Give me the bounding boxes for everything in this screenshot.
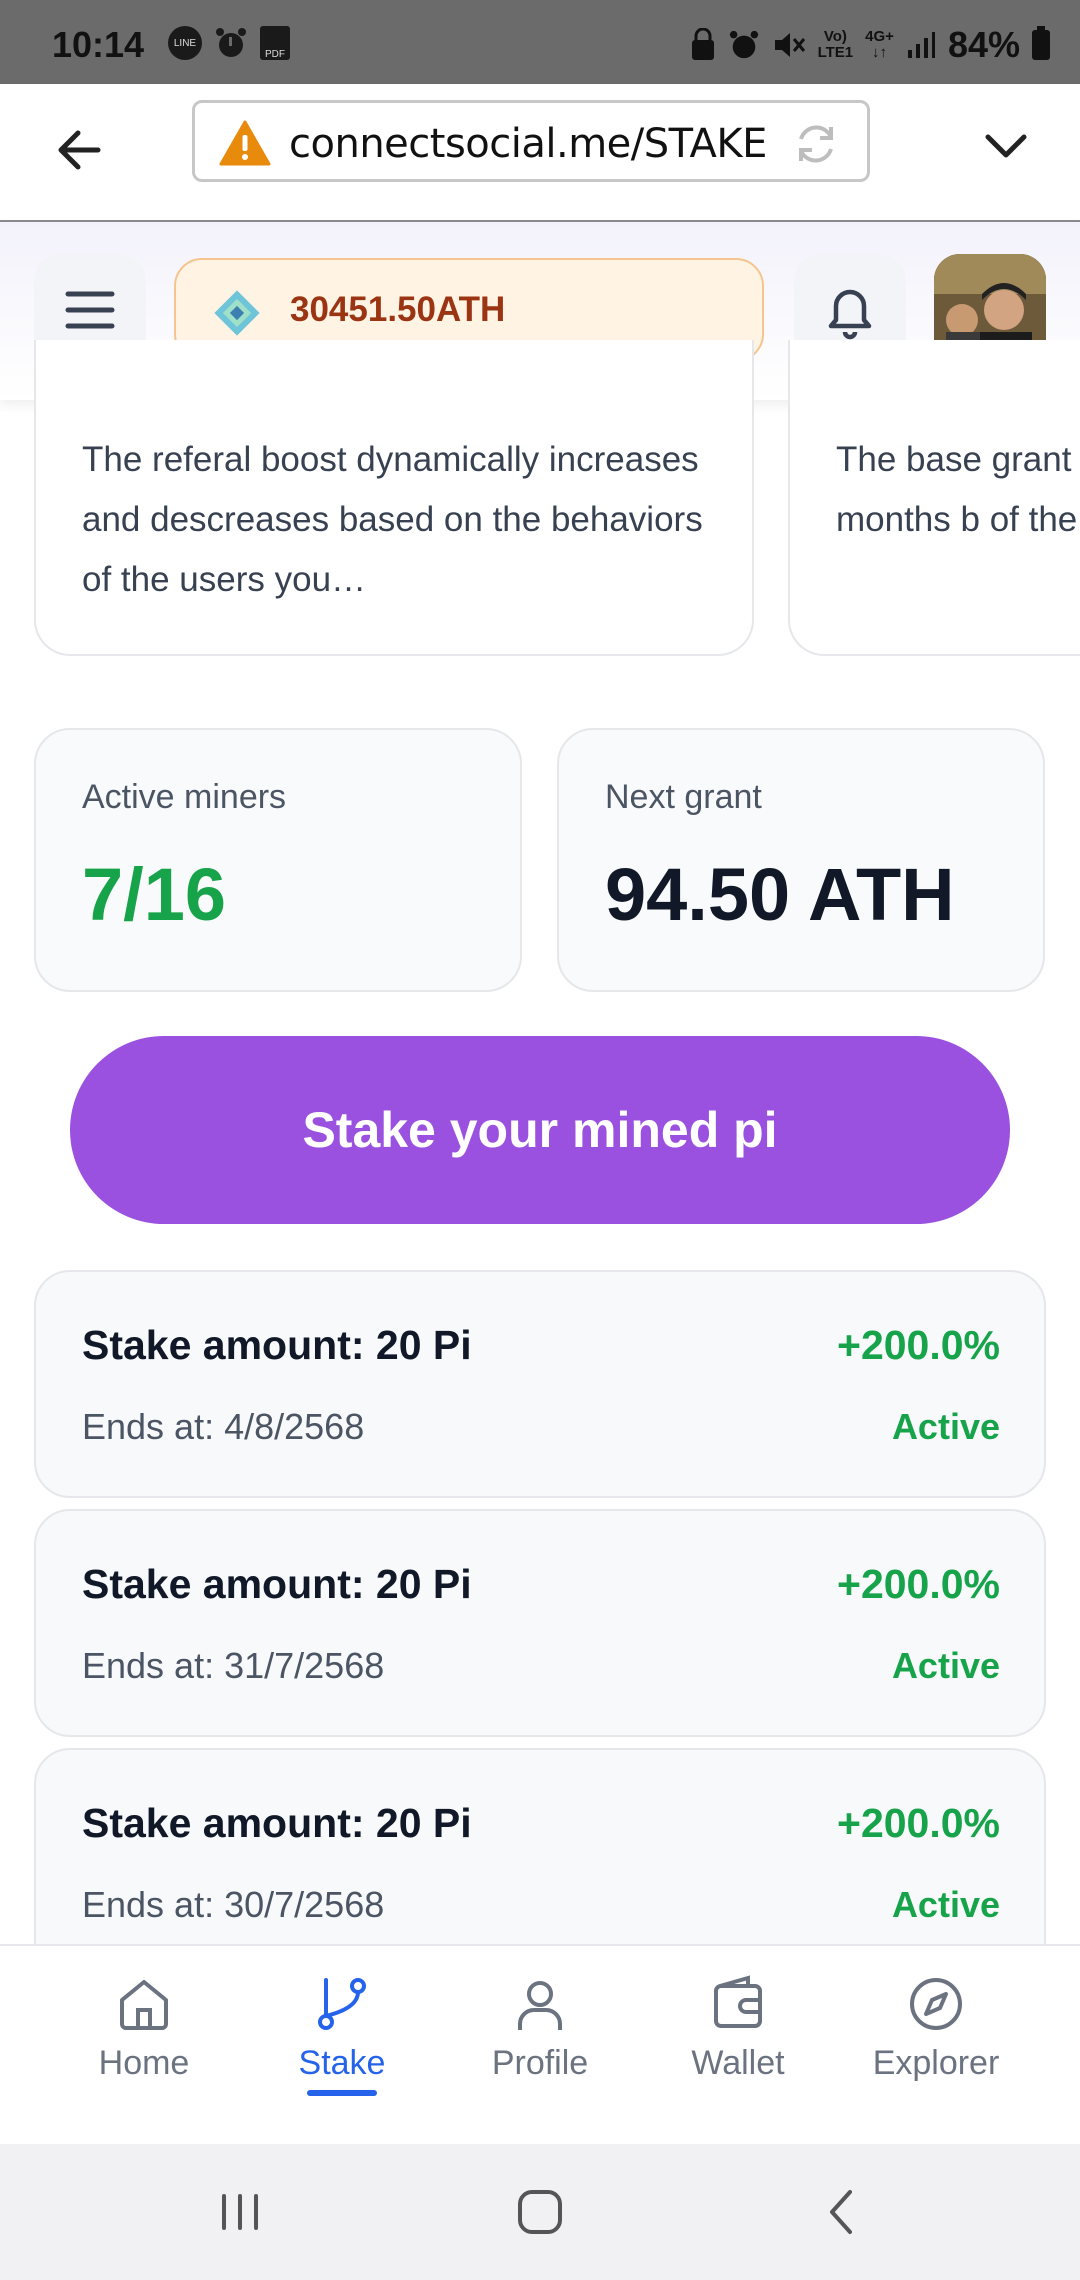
lte-label: LTE1 bbox=[817, 44, 854, 61]
diamond-token-icon bbox=[214, 290, 260, 336]
status-time: 10:14 bbox=[52, 24, 145, 65]
stake-percent: +200.0% bbox=[837, 1322, 1000, 1368]
nav-home-label: Home bbox=[98, 2044, 190, 2082]
home-button-icon[interactable] bbox=[510, 2182, 570, 2242]
pdf-icon: PDF bbox=[260, 26, 290, 60]
browser-bar: connectsocial.me/STAKE bbox=[0, 84, 1080, 223]
wallet-icon bbox=[714, 1975, 762, 2028]
stake-amount: Stake amount: 20 Pi bbox=[82, 1561, 472, 1607]
balance-amount: 30451.50ATH bbox=[290, 290, 506, 329]
signal-icon bbox=[907, 32, 935, 58]
stake-button[interactable]: Stake your mined pi bbox=[70, 1036, 1010, 1224]
stake-branch-icon bbox=[318, 1978, 366, 2030]
back-arrow-icon[interactable] bbox=[50, 120, 110, 180]
volte-label: Vo) bbox=[823, 28, 847, 45]
nav-profile[interactable]: Profile bbox=[450, 1966, 630, 2126]
battery-percent: 84% bbox=[947, 24, 1020, 65]
active-miners-label: Active miners bbox=[82, 778, 287, 816]
volte-icon: Vo) LTE1 bbox=[818, 29, 854, 61]
lock-icon bbox=[691, 28, 714, 60]
status-left-icons: LINE PDF bbox=[168, 26, 290, 60]
stake-end-date: Ends at: 30/7/2568 bbox=[82, 1884, 385, 1925]
info-card-referral[interactable]: The referal boost dynamically increases … bbox=[34, 340, 754, 656]
info-card-text: The referal boost dynamically increases … bbox=[82, 440, 703, 599]
next-grant-card: Next grant 94.50 ATH bbox=[557, 728, 1045, 992]
stake-item[interactable]: Stake amount: 20 Pi +200.0% Ends at: 30/… bbox=[34, 1748, 1046, 1976]
nav-stake-label: Stake bbox=[298, 2044, 386, 2082]
nav-wallet[interactable]: Wallet bbox=[648, 1966, 828, 2126]
next-grant-value: 94.50 ATH bbox=[605, 853, 955, 936]
active-miners-value: 7/16 bbox=[82, 853, 227, 936]
reload-icon[interactable] bbox=[793, 121, 839, 167]
status-bar: 10:14 LINE PDF Vo) LTE1 4G+ ↓↑ 84% bbox=[0, 0, 1080, 84]
nav-home[interactable]: Home bbox=[54, 1966, 234, 2126]
nav-explorer-label: Explorer bbox=[872, 2044, 1000, 2082]
back-button-icon[interactable] bbox=[812, 2182, 872, 2242]
stake-amount: Stake amount: 20 Pi bbox=[82, 1800, 472, 1846]
nav-explorer[interactable]: Explorer bbox=[846, 1966, 1026, 2126]
chevron-down-icon[interactable] bbox=[980, 120, 1032, 172]
stake-end-date: Ends at: 31/7/2568 bbox=[82, 1645, 385, 1686]
mute-icon bbox=[774, 33, 805, 57]
compass-icon bbox=[910, 1978, 962, 2030]
home-icon bbox=[120, 1980, 168, 2030]
active-tab-indicator bbox=[307, 2090, 377, 2096]
warning-icon[interactable] bbox=[219, 119, 271, 167]
url-bar[interactable]: connectsocial.me/STAKE bbox=[192, 100, 870, 182]
url-text[interactable]: connectsocial.me/STAKE bbox=[289, 121, 767, 167]
recent-apps-icon[interactable] bbox=[210, 2182, 270, 2242]
4g-icon: 4G+ ↓↑ bbox=[865, 28, 894, 61]
bottom-nav: Home Stake Profile Wallet Explorer bbox=[0, 1944, 1080, 2146]
profile-icon bbox=[518, 1981, 562, 2030]
nav-wallet-label: Wallet bbox=[691, 2044, 785, 2082]
stake-status: Active bbox=[891, 1406, 1000, 1447]
stake-amount: Stake amount: 20 Pi bbox=[82, 1322, 472, 1368]
line-icon: LINE bbox=[168, 26, 202, 60]
system-nav-bar bbox=[0, 2144, 1080, 2280]
stake-item[interactable]: Stake amount: 20 Pi +200.0% Ends at: 4/8… bbox=[34, 1270, 1046, 1498]
stake-percent: +200.0% bbox=[837, 1800, 1000, 1846]
stake-item[interactable]: Stake amount: 20 Pi +200.0% Ends at: 31/… bbox=[34, 1509, 1046, 1737]
info-card-text: The base grant each months b of the netw… bbox=[836, 440, 1080, 539]
stake-status: Active bbox=[891, 1884, 1000, 1925]
stake-end-date: Ends at: 4/8/2568 bbox=[82, 1406, 365, 1447]
active-miners-card: Active miners 7/16 bbox=[34, 728, 522, 992]
next-grant-label: Next grant bbox=[605, 778, 762, 816]
stake-status: Active bbox=[891, 1645, 1000, 1686]
info-card-base-grant[interactable]: The base grant each months b of the netw… bbox=[788, 340, 1080, 656]
nav-stake[interactable]: Stake bbox=[252, 1966, 432, 2126]
alarm-icon bbox=[216, 28, 246, 57]
data-label: 4G+ bbox=[865, 28, 894, 45]
battery-icon bbox=[1032, 26, 1050, 60]
stake-percent: +200.0% bbox=[837, 1561, 1000, 1607]
status-right-icons: Vo) LTE1 4G+ ↓↑ 84% bbox=[690, 24, 1050, 66]
nav-profile-label: Profile bbox=[491, 2044, 589, 2082]
alarm-icon bbox=[729, 30, 758, 59]
